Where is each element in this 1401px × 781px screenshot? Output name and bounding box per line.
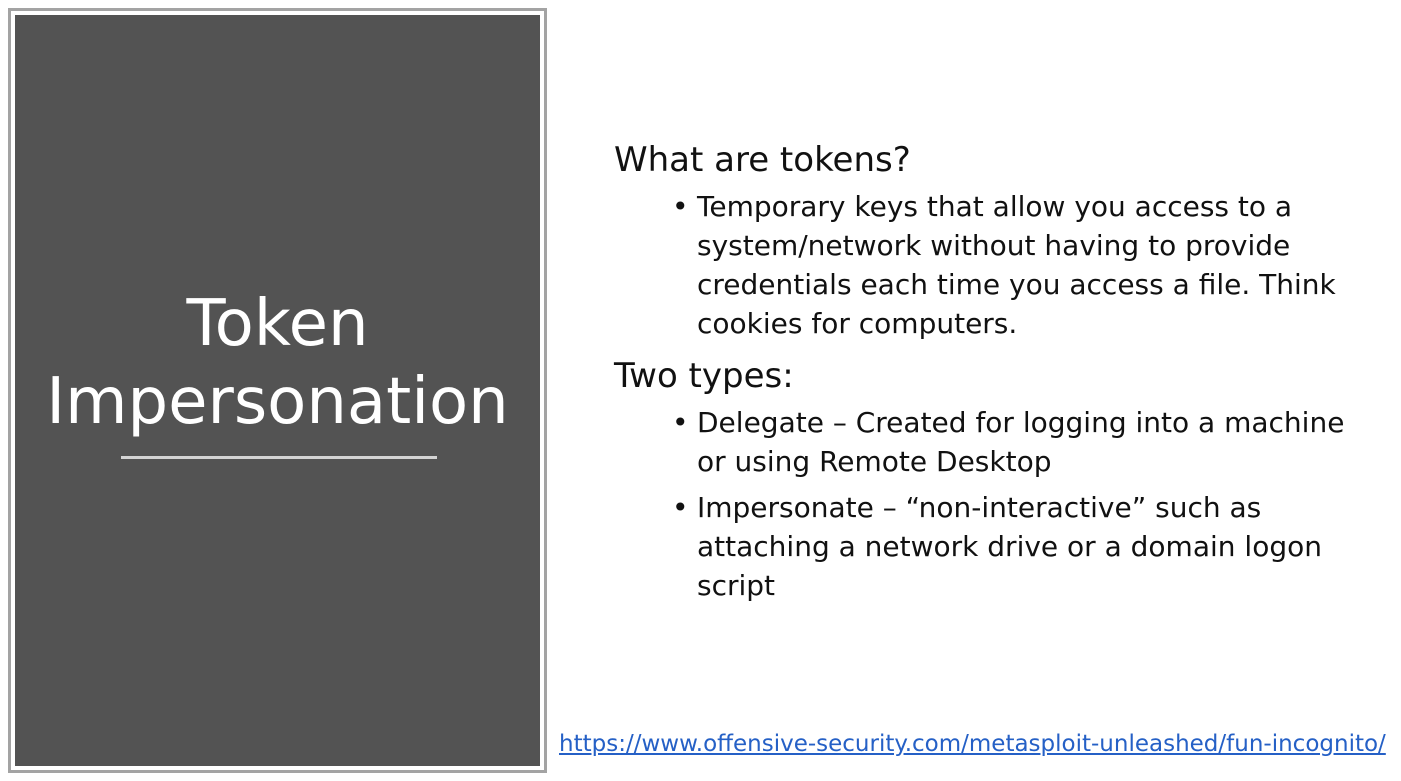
bullet-text: Temporary keys that allow you access to … bbox=[697, 190, 1336, 340]
bullet-glyph: • bbox=[672, 491, 689, 524]
bullet-list-tokens: • Temporary keys that allow you access t… bbox=[614, 187, 1374, 343]
slide-content: What are tokens? • Temporary keys that a… bbox=[614, 137, 1374, 615]
bullet-glyph: • bbox=[672, 190, 689, 223]
bullet-item-impersonate: • Impersonate – “non-interactive” such a… bbox=[672, 488, 1374, 605]
bullet-text: Impersonate – “non-interactive” such as … bbox=[697, 491, 1322, 602]
bullet-text: Delegate – Created for logging into a ma… bbox=[697, 406, 1345, 478]
bullet-item-token-definition: • Temporary keys that allow you access t… bbox=[672, 187, 1374, 343]
source-link[interactable]: https://www.offensive-security.com/metas… bbox=[559, 728, 1386, 760]
title-panel: Token Impersonation bbox=[8, 8, 547, 773]
title-panel-background: Token Impersonation bbox=[15, 15, 540, 766]
section-heading-two-types: Two types: bbox=[614, 356, 794, 396]
title-underline bbox=[121, 456, 437, 459]
section-heading-what-are-tokens: What are tokens? bbox=[614, 140, 911, 180]
bullet-item-delegate: • Delegate – Created for logging into a … bbox=[672, 403, 1374, 481]
bullet-glyph: • bbox=[672, 406, 689, 439]
slide-title: Token Impersonation bbox=[46, 287, 509, 439]
bullet-list-types: • Delegate – Created for logging into a … bbox=[614, 403, 1374, 605]
